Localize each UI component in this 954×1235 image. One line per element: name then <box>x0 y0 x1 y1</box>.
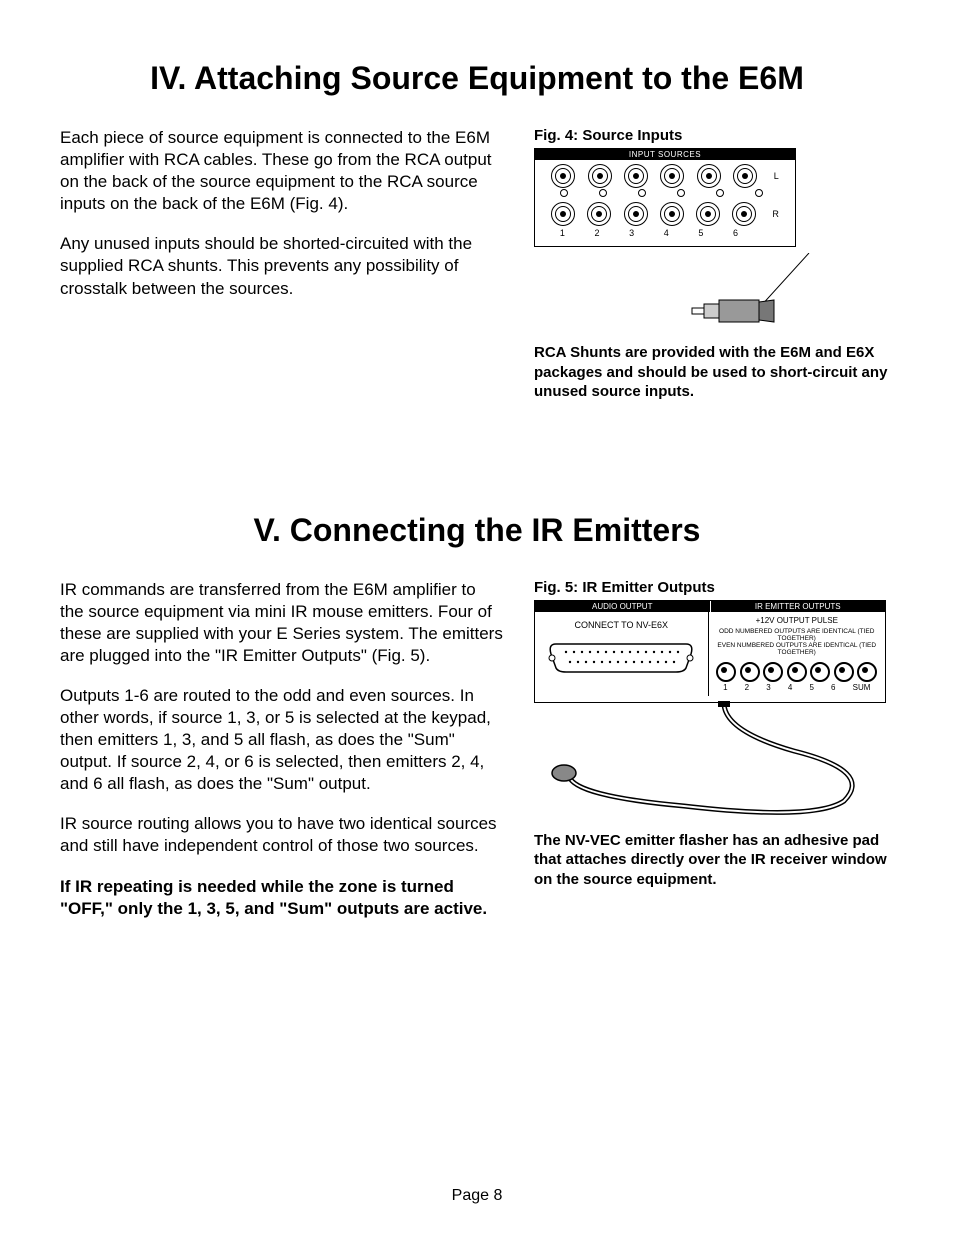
mount-hole-icon <box>599 189 607 197</box>
s4-paragraph-1: Each piece of source equipment is connec… <box>60 127 504 215</box>
fig5-panel: AUDIO OUTPUT IR EMITTER OUTPUTS CONNECT … <box>534 600 886 703</box>
fig4-panel: INPUT SOURCES L . <box>534 148 796 247</box>
fig5-note: The NV-VEC emitter flasher has an adhesi… <box>534 831 894 890</box>
ir-num: 5 <box>809 683 813 692</box>
ir-num: SUM <box>853 683 871 692</box>
rca-jack-icon <box>660 164 684 188</box>
ir-num: 4 <box>788 683 792 692</box>
section-4-heading: IV. Attaching Source Equipment to the E6… <box>60 60 894 97</box>
figure-5: Fig. 5: IR Emitter Outputs AUDIO OUTPUT … <box>534 579 894 938</box>
mount-hole-icon <box>716 189 724 197</box>
page-number: Page 8 <box>0 1187 954 1205</box>
fig4-caption: Fig. 4: Source Inputs <box>534 127 894 144</box>
fig5-audio-section: CONNECT TO NV-E6X <box>535 612 709 696</box>
fig5-hdr-audio: AUDIO OUTPUT <box>535 601 710 612</box>
section-5-text: IR commands are transferred from the E6M… <box>60 579 504 938</box>
s5-paragraph-1: IR commands are transferred from the E6M… <box>60 579 504 667</box>
rca-plug-icon <box>584 253 844 333</box>
right-channel-label: R <box>772 209 779 219</box>
db25-connector-icon <box>546 636 696 676</box>
input-num: 1 <box>560 228 565 238</box>
ir-port-icon <box>810 662 830 682</box>
section-4-body: Each piece of source equipment is connec… <box>60 127 894 402</box>
left-channel-label: L <box>774 171 779 181</box>
rca-jack-icon <box>732 202 756 226</box>
input-num: 4 <box>664 228 669 238</box>
connect-label: CONNECT TO NV-E6X <box>539 620 704 630</box>
input-num: 2 <box>594 228 599 238</box>
ir-port-icon <box>740 662 760 682</box>
tied-even-label: EVEN NUMBERED OUTPUTS ARE IDENTICAL (TIE… <box>715 642 880 656</box>
rca-jack-icon <box>551 202 575 226</box>
fig5-caption: Fig. 5: IR Emitter Outputs <box>534 579 894 596</box>
s5-paragraph-2: Outputs 1-6 are routed to the odd and ev… <box>60 685 504 795</box>
rca-jack-icon <box>624 202 648 226</box>
rca-jack-icon <box>696 202 720 226</box>
fig4-panel-label: INPUT SOURCES <box>535 149 795 160</box>
fig5-ir-section: +12V OUTPUT PULSE ODD NUMBERED OUTPUTS A… <box>709 612 886 696</box>
rca-jack-icon <box>660 202 684 226</box>
ir-num: 3 <box>766 683 770 692</box>
ir-port-icon <box>763 662 783 682</box>
rca-jack-icon <box>551 164 575 188</box>
rca-jack-icon <box>624 164 648 188</box>
tied-odd-label: ODD NUMBERED OUTPUTS ARE IDENTICAL (TIED… <box>715 628 880 642</box>
mount-hole-icon <box>755 189 763 197</box>
pulse-label: +12V OUTPUT PULSE <box>715 616 880 625</box>
section-4-text: Each piece of source equipment is connec… <box>60 127 504 402</box>
ir-num: 1 <box>723 683 727 692</box>
ir-num: 2 <box>745 683 749 692</box>
ir-port-icon <box>787 662 807 682</box>
s5-paragraph-3: IR source routing allows you to have two… <box>60 813 504 857</box>
rca-jack-icon <box>697 164 721 188</box>
input-num: 3 <box>629 228 634 238</box>
fig5-hdr-ir: IR EMITTER OUTPUTS <box>710 601 886 612</box>
mount-hole-icon <box>638 189 646 197</box>
ir-port-icon <box>834 662 854 682</box>
rca-jack-icon <box>733 164 757 188</box>
rca-jack-icon <box>588 164 612 188</box>
figure-4: Fig. 4: Source Inputs INPUT SOURCES L . <box>534 127 894 402</box>
rca-jack-icon <box>587 202 611 226</box>
section-5-body: IR commands are transferred from the E6M… <box>60 579 894 938</box>
s4-paragraph-2: Any unused inputs should be shorted-circ… <box>60 233 504 299</box>
ir-port-icon <box>716 662 736 682</box>
mount-hole-icon <box>560 189 568 197</box>
input-num: 5 <box>698 228 703 238</box>
section-5-heading: V. Connecting the IR Emitters <box>60 512 894 549</box>
input-num: 6 <box>733 228 738 238</box>
ir-port-icon <box>857 662 877 682</box>
mount-hole-icon <box>677 189 685 197</box>
fig4-note: RCA Shunts are provided with the E6M and… <box>534 343 894 402</box>
s5-paragraph-4: If IR repeating is needed while the zone… <box>60 876 504 920</box>
ir-num: 6 <box>831 683 835 692</box>
ir-emitter-cable-icon <box>534 701 884 821</box>
